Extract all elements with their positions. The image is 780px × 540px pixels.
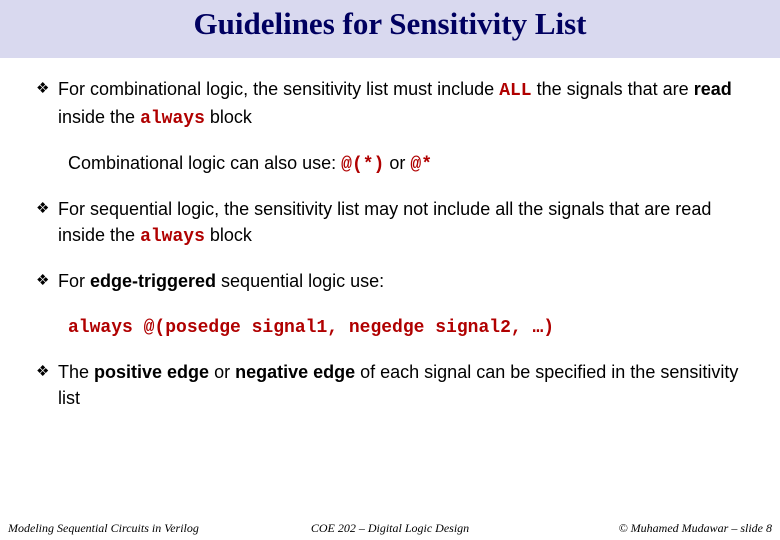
text: Combinational logic can also use: xyxy=(68,153,341,173)
text: or xyxy=(209,362,235,382)
keyword-positive-edge: positive edge xyxy=(94,362,209,382)
keyword-always: always xyxy=(140,227,205,247)
code-always-posedge: always @(posedge signal1, negedge signal… xyxy=(68,318,554,338)
keyword-negative-edge: negative edge xyxy=(235,362,355,382)
text: The xyxy=(58,362,94,382)
text: or xyxy=(384,153,410,173)
footer-left: Modeling Sequential Circuits in Verilog xyxy=(8,521,263,536)
text: block xyxy=(205,107,252,127)
subline-2: always @(posedge signal1, negedge signal… xyxy=(68,313,744,341)
subline-1: Combinational logic can also use: @(*) o… xyxy=(68,150,744,178)
footer-center: COE 202 – Digital Logic Design xyxy=(263,521,518,536)
title-band: Guidelines for Sensitivity List xyxy=(0,0,780,58)
keyword-edge-triggered: edge-triggered xyxy=(90,271,216,291)
keyword-read: read xyxy=(694,79,732,99)
keyword-all: ALL xyxy=(499,81,531,101)
bullet-1: ❖ For combinational logic, the sensitivi… xyxy=(36,76,744,132)
bullet-2: ❖ For sequential logic, the sensitivity … xyxy=(36,196,744,250)
slide-title: Guidelines for Sensitivity List xyxy=(0,0,780,42)
text: inside the xyxy=(58,107,140,127)
footer: Modeling Sequential Circuits in Verilog … xyxy=(0,521,780,536)
diamond-icon: ❖ xyxy=(36,196,58,250)
text: sequential logic use: xyxy=(216,271,384,291)
diamond-icon: ❖ xyxy=(36,76,58,132)
text: the signals that are xyxy=(532,79,694,99)
diamond-icon: ❖ xyxy=(36,359,58,411)
text: For xyxy=(58,271,90,291)
text: block xyxy=(205,225,252,245)
diamond-icon: ❖ xyxy=(36,268,58,294)
slide-body: ❖ For combinational logic, the sensitivi… xyxy=(0,58,780,411)
code-at-star: @* xyxy=(410,155,432,175)
footer-right: © Muhamed Mudawar – slide 8 xyxy=(517,521,772,536)
bullet-4: ❖ The positive edge or negative edge of … xyxy=(36,359,744,411)
bullet-3: ❖ For edge-triggered sequential logic us… xyxy=(36,268,744,294)
code-at-star-paren: @(*) xyxy=(341,155,384,175)
keyword-always: always xyxy=(140,109,205,129)
text: For combinational logic, the sensitivity… xyxy=(58,79,499,99)
